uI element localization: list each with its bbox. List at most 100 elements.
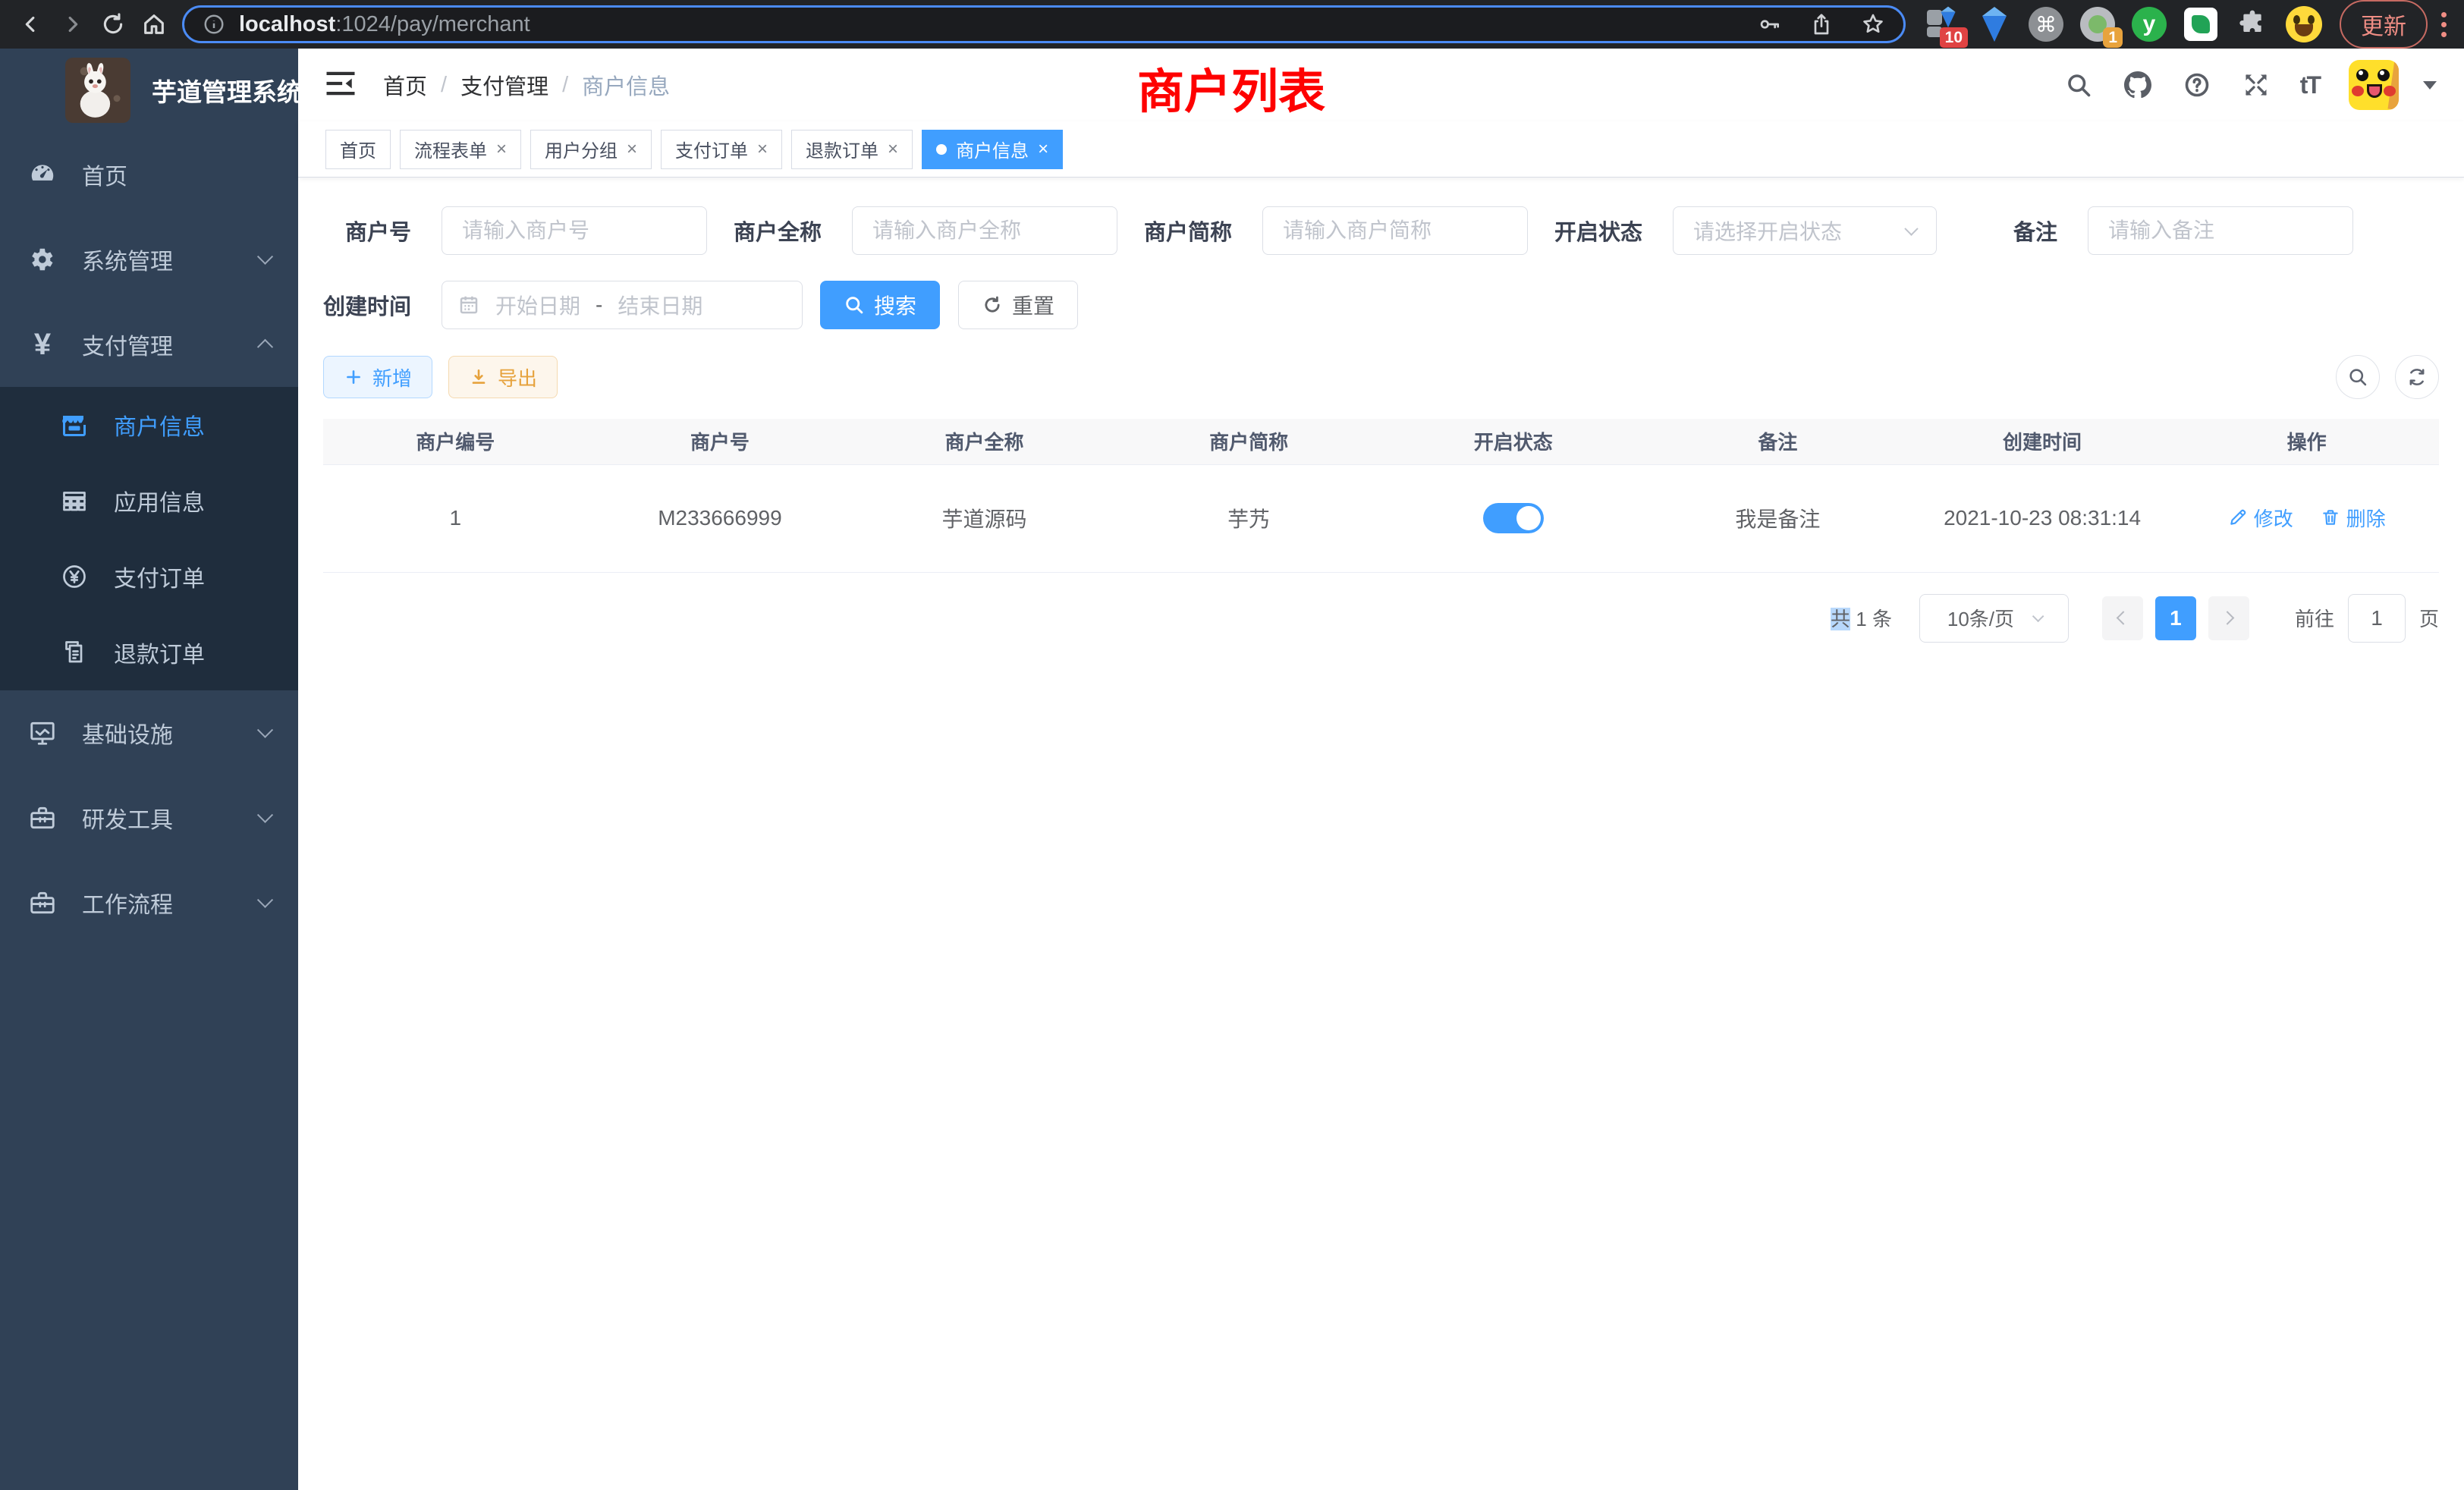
next-page-button[interactable] (2208, 596, 2249, 640)
table-grid-icon (59, 486, 90, 516)
merchant-table: 商户编号 商户号 商户全称 商户简称 开启状态 备注 创建时间 操作 1 M23… (323, 419, 2439, 573)
cell-merchant-id: 1 (323, 464, 588, 572)
merchant-no-input[interactable] (442, 206, 707, 255)
delete-link[interactable]: 删除 (2321, 504, 2386, 532)
breadcrumb-home[interactable]: 首页 (383, 69, 427, 101)
browser-back-button[interactable] (11, 4, 52, 45)
toggle-search-button[interactable] (2336, 355, 2380, 399)
gear-icon (27, 244, 58, 275)
page-size-select[interactable]: 10条/页 (1919, 594, 2069, 643)
browser-forward-button[interactable] (52, 4, 93, 45)
merchant-short-input[interactable] (1262, 206, 1528, 255)
url-text: localhost:1024/pay/merchant (239, 12, 530, 37)
tab-pay-order[interactable]: 支付订单× (661, 130, 782, 169)
sidebar-collapse-icon[interactable] (325, 70, 356, 101)
close-icon[interactable]: × (496, 140, 507, 159)
close-icon[interactable]: × (627, 140, 637, 159)
calendar-icon (457, 294, 480, 316)
create-time-range-picker[interactable]: 开始日期 - 结束日期 (442, 281, 803, 329)
tags-view-bar: 首页 流程表单× 用户分组× 支付订单× 退款订单× 商户信息× (298, 121, 2464, 178)
sidebar-item-payment[interactable]: ¥ 支付管理 (0, 302, 298, 387)
sidebar-item-label: 系统管理 (82, 243, 173, 276)
storefront-icon (59, 410, 90, 440)
browser-profile-avatar[interactable] (2283, 4, 2324, 45)
col-remark: 备注 (1645, 419, 1910, 464)
extension-note-icon[interactable] (2180, 4, 2221, 45)
tab-refund-order[interactable]: 退款订单× (791, 130, 913, 169)
close-icon[interactable]: × (1038, 140, 1048, 159)
password-key-icon[interactable] (1758, 12, 1782, 36)
user-menu-caret-icon[interactable] (2423, 81, 2437, 90)
refresh-icon (2406, 366, 2428, 388)
page-unit-label: 页 (2419, 604, 2439, 632)
sidebar-item-app-info[interactable]: 应用信息 (0, 463, 298, 539)
prev-page-button[interactable] (2102, 596, 2143, 640)
bookmark-star-icon[interactable] (1861, 12, 1885, 36)
status-toggle[interactable] (1483, 503, 1544, 533)
goto-label: 前往 (2295, 604, 2334, 632)
page-annotation-title: 商户列表 (1137, 53, 1325, 121)
col-status: 开启状态 (1381, 419, 1646, 464)
extension-camera-icon[interactable]: 1 (2077, 4, 2118, 45)
goto-page-input[interactable] (2348, 594, 2406, 643)
tab-home[interactable]: 首页 (325, 130, 391, 169)
sidebar-item-infrastructure[interactable]: 基础设施 (0, 690, 298, 775)
sidebar-item-dev-tools[interactable]: 研发工具 (0, 775, 298, 860)
extension-tasks-icon[interactable]: 10 (1922, 4, 1963, 45)
sidebar-item-pay-order[interactable]: 支付订单 (0, 539, 298, 615)
user-avatar[interactable] (2349, 60, 2399, 110)
help-icon[interactable] (2182, 70, 2212, 100)
col-merchant-id: 商户编号 (323, 419, 588, 464)
tab-merchant-info[interactable]: 商户信息× (922, 130, 1063, 169)
tab-process-form[interactable]: 流程表单× (400, 130, 521, 169)
address-bar[interactable]: localhost:1024/pay/merchant (182, 5, 1906, 43)
breadcrumb: 首页 / 支付管理 / 商户信息 (383, 69, 670, 101)
refresh-table-button[interactable] (2395, 355, 2439, 399)
browser-reload-button[interactable] (93, 4, 134, 45)
export-button[interactable]: 导出 (448, 356, 558, 398)
app-logo-rabbit (65, 58, 130, 123)
extension-command-icon[interactable]: ⌘ (2026, 4, 2066, 45)
extensions-puzzle-icon[interactable] (2232, 4, 2273, 45)
browser-toolbar: localhost:1024/pay/merchant 10 ⌘ 1 y 更新 (0, 0, 2464, 49)
extension-badge: 1 (2103, 27, 2123, 48)
sidebar-item-merchant-info[interactable]: 商户信息 (0, 387, 298, 463)
font-size-icon[interactable]: tT (2300, 71, 2320, 99)
breadcrumb-section[interactable]: 支付管理 (460, 69, 548, 101)
app-logo-row[interactable]: 芋道管理系统 (0, 49, 298, 132)
search-icon (2347, 366, 2368, 388)
edit-link[interactable]: 修改 (2228, 504, 2293, 532)
close-icon[interactable]: × (888, 140, 898, 159)
sidebar-item-home[interactable]: 首页 (0, 132, 298, 217)
toolbox-icon (27, 803, 58, 833)
share-icon[interactable] (1809, 12, 1834, 36)
close-icon[interactable]: × (757, 140, 768, 159)
monitor-chart-icon (27, 718, 58, 748)
active-dot-icon (936, 144, 947, 155)
browser-home-button[interactable] (134, 4, 174, 45)
browser-update-button[interactable]: 更新 (2340, 0, 2428, 49)
sidebar-item-workflow[interactable]: 工作流程 (0, 860, 298, 945)
extension-gem-icon[interactable] (1974, 4, 2015, 45)
sidebar-item-label: 研发工具 (82, 801, 173, 835)
github-icon[interactable] (2123, 70, 2153, 100)
sidebar-item-system[interactable]: 系统管理 (0, 217, 298, 302)
table-toolbar: 新增 导出 (323, 355, 2439, 399)
site-info-icon[interactable] (203, 13, 225, 36)
header-search-icon[interactable] (2063, 70, 2094, 100)
create-time-label: 创建时间 (323, 289, 411, 321)
browser-menu-icon[interactable] (2441, 12, 2447, 37)
add-button[interactable]: 新增 (323, 356, 432, 398)
extension-y-icon[interactable]: y (2129, 4, 2170, 45)
yen-circle-icon (59, 561, 90, 592)
status-select[interactable]: 请选择开启状态 (1673, 206, 1937, 255)
sidebar-item-label: 退款订单 (114, 636, 205, 669)
fullscreen-icon[interactable] (2241, 70, 2271, 100)
page-number-1[interactable]: 1 (2155, 596, 2196, 640)
reset-button[interactable]: 重置 (958, 281, 1078, 329)
tab-user-group[interactable]: 用户分组× (530, 130, 652, 169)
merchant-name-input[interactable] (852, 206, 1117, 255)
remark-input[interactable] (2088, 206, 2353, 255)
search-button[interactable]: 搜索 (820, 281, 940, 329)
sidebar-item-refund-order[interactable]: 退款订单 (0, 615, 298, 690)
